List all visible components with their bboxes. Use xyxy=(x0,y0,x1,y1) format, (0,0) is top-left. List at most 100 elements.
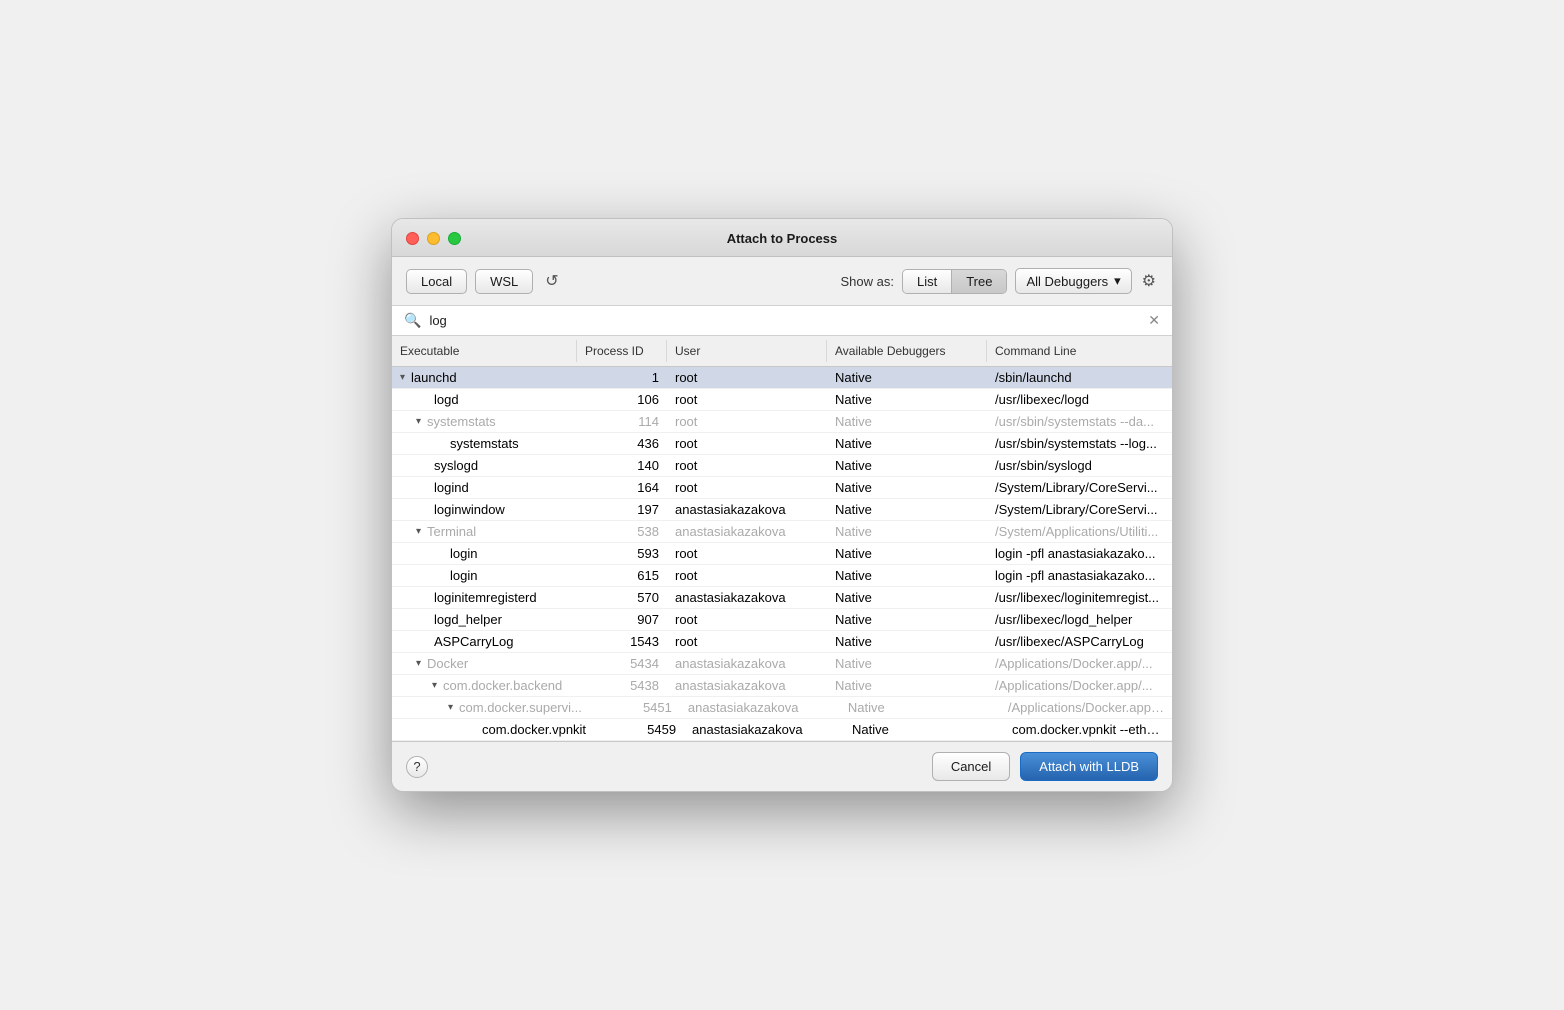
available-debuggers: Native xyxy=(827,587,987,608)
process-id: 140 xyxy=(577,455,667,476)
available-debuggers: Native xyxy=(827,609,987,630)
command-line: /Applications/Docker.app/... xyxy=(987,653,1172,674)
table-row[interactable]: logind164rootNative/System/Library/CoreS… xyxy=(392,477,1172,499)
command-line: /usr/sbin/systemstats --log... xyxy=(987,433,1172,454)
table-row[interactable]: ▾Docker5434anastasiakazakovaNative/Appli… xyxy=(392,653,1172,675)
command-line: /Applications/Docker.app/... xyxy=(987,675,1172,696)
table-row[interactable]: ASPCarryLog1543rootNative/usr/libexec/AS… xyxy=(392,631,1172,653)
chevron-icon[interactable]: ▾ xyxy=(416,416,421,427)
attach-button[interactable]: Attach with LLDB xyxy=(1020,752,1158,781)
chevron-icon[interactable]: ▾ xyxy=(416,658,421,669)
process-id: 5451 xyxy=(590,697,680,718)
executable-name: loginitemregisterd xyxy=(434,590,537,605)
table-row[interactable]: systemstats 436rootNative/usr/sbin/system… xyxy=(392,433,1172,455)
process-id: 5459 xyxy=(594,719,684,740)
executable-name: logd xyxy=(434,392,459,407)
available-debuggers: Native xyxy=(827,675,987,696)
table-row[interactable]: loginwindow197anastasiakazakovaNative/Sy… xyxy=(392,499,1172,521)
user: root xyxy=(667,477,827,498)
executable-name: systemstats xyxy=(427,414,496,429)
help-button[interactable]: ? xyxy=(406,756,428,778)
table-row[interactable]: login593rootNativelogin -pfl anastasiaka… xyxy=(392,543,1172,565)
chevron-icon[interactable]: ▾ xyxy=(448,702,453,713)
command-line: /usr/libexec/ASPCarryLog xyxy=(987,631,1172,652)
gear-button[interactable]: ⚙ xyxy=(1140,269,1158,293)
user: anastasiakazakova xyxy=(667,653,827,674)
header-pid: Process ID xyxy=(577,340,667,362)
header-executable: Executable xyxy=(392,340,577,362)
user: root xyxy=(667,411,827,432)
traffic-lights xyxy=(406,232,461,245)
dropdown-arrow-icon: ▾ xyxy=(1114,273,1121,289)
table-row[interactable]: logd_helper907rootNative/usr/libexec/log… xyxy=(392,609,1172,631)
command-line: /usr/libexec/logd_helper xyxy=(987,609,1172,630)
table-body[interactable]: ▾launchd1rootNative/sbin/launchdlogd106r… xyxy=(392,367,1172,741)
process-id: 436 xyxy=(577,433,667,454)
available-debuggers: Native xyxy=(827,565,987,586)
available-debuggers: Native xyxy=(844,719,1004,740)
process-id: 907 xyxy=(577,609,667,630)
table-row[interactable]: syslogd140rootNative/usr/sbin/syslogd xyxy=(392,455,1172,477)
user: root xyxy=(667,631,827,652)
show-as-group: List Tree xyxy=(902,269,1007,294)
clear-search-button[interactable]: ✕ xyxy=(1148,312,1160,329)
executable-name: logd_helper xyxy=(434,612,502,627)
process-id: 615 xyxy=(577,565,667,586)
user: root xyxy=(667,455,827,476)
available-debuggers: Native xyxy=(840,697,1000,718)
executable-name: systemstats xyxy=(450,436,519,451)
tree-view-button[interactable]: Tree xyxy=(952,270,1006,293)
table-row[interactable]: ▾systemstats114rootNative/usr/sbin/syste… xyxy=(392,411,1172,433)
search-input[interactable] xyxy=(429,313,1140,328)
close-button[interactable] xyxy=(406,232,419,245)
chevron-icon[interactable]: ▾ xyxy=(400,372,405,383)
executable-name: loginwindow xyxy=(434,502,505,517)
available-debuggers: Native xyxy=(827,411,987,432)
command-line: /usr/libexec/logd xyxy=(987,389,1172,410)
user: root xyxy=(667,565,827,586)
maximize-button[interactable] xyxy=(448,232,461,245)
command-line: /usr/libexec/loginitemregist... xyxy=(987,587,1172,608)
command-line: /System/Library/CoreServi... xyxy=(987,499,1172,520)
minimize-button[interactable] xyxy=(427,232,440,245)
cancel-button[interactable]: Cancel xyxy=(932,752,1010,781)
available-debuggers: Native xyxy=(827,653,987,674)
header-user: User xyxy=(667,340,827,362)
footer: ? Cancel Attach with LLDB xyxy=(392,741,1172,791)
executable-name: login xyxy=(450,568,477,583)
table-row[interactable]: ▾launchd1rootNative/sbin/launchd xyxy=(392,367,1172,389)
user: root xyxy=(667,389,827,410)
debugger-label: All Debuggers xyxy=(1026,274,1108,289)
executable-name: syslogd xyxy=(434,458,478,473)
executable-name: Docker xyxy=(427,656,468,671)
table-header: Executable Process ID User Available Deb… xyxy=(392,336,1172,367)
available-debuggers: Native xyxy=(827,455,987,476)
wsl-button[interactable]: WSL xyxy=(475,269,533,294)
list-view-button[interactable]: List xyxy=(903,270,952,293)
process-id: 5438 xyxy=(577,675,667,696)
available-debuggers: Native xyxy=(827,389,987,410)
refresh-button[interactable]: ↺ xyxy=(541,267,562,295)
executable-name: login xyxy=(450,546,477,561)
table-row[interactable]: ▾Terminal538anastasiakazakovaNative/Syst… xyxy=(392,521,1172,543)
available-debuggers: Native xyxy=(827,499,987,520)
available-debuggers: Native xyxy=(827,521,987,542)
chevron-icon[interactable]: ▾ xyxy=(432,680,437,691)
table-row[interactable]: com.docker.vpnkit5459anastasiakazakovaNa… xyxy=(392,719,1172,741)
available-debuggers: Native xyxy=(827,543,987,564)
executable-name: logind xyxy=(434,480,469,495)
debugger-dropdown[interactable]: All Debuggers ▾ xyxy=(1015,268,1131,294)
local-button[interactable]: Local xyxy=(406,269,467,294)
table-row[interactable]: loginitemregisterd570anastasiakazakovaNa… xyxy=(392,587,1172,609)
available-debuggers: Native xyxy=(827,433,987,454)
chevron-icon[interactable]: ▾ xyxy=(416,526,421,537)
table-row[interactable]: ▾com.docker.supervi...5451anastasiakazak… xyxy=(392,697,1172,719)
process-id: 538 xyxy=(577,521,667,542)
table-row[interactable]: ▾com.docker.backend5438anastasiakazakova… xyxy=(392,675,1172,697)
user: root xyxy=(667,433,827,454)
table-row[interactable]: login 615rootNativelogin -pfl anastasiaka… xyxy=(392,565,1172,587)
command-line: login -pfl anastasiakazako... xyxy=(987,565,1172,586)
table-row[interactable]: logd106rootNative/usr/libexec/logd xyxy=(392,389,1172,411)
process-id: 164 xyxy=(577,477,667,498)
executable-name: ASPCarryLog xyxy=(434,634,513,649)
